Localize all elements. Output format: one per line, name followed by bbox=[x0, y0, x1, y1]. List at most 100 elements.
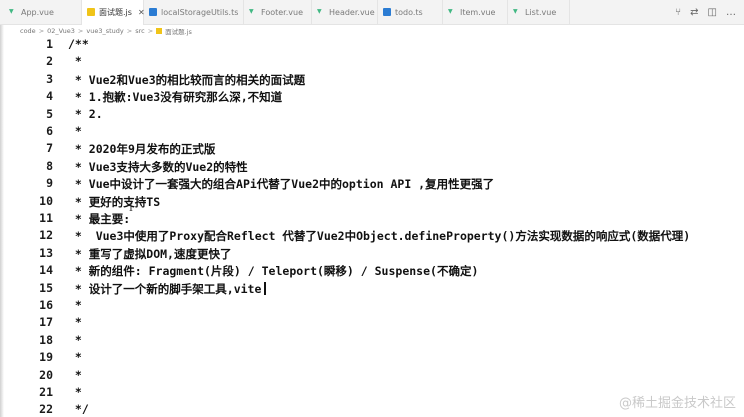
breadcrumb-item[interactable]: src bbox=[135, 27, 145, 35]
line-number: 18 bbox=[39, 332, 53, 347]
vue-file-icon bbox=[448, 8, 456, 16]
line-number: 10 bbox=[39, 193, 53, 208]
compare-changes-icon[interactable]: ⇄ bbox=[690, 7, 698, 18]
tab-list-vue[interactable]: List.vue bbox=[508, 0, 570, 24]
code-line[interactable]: * 最主要: bbox=[68, 211, 130, 227]
breadcrumb-item[interactable]: 面试题.js bbox=[165, 26, 192, 36]
breadcrumb-item[interactable]: vue3_study bbox=[86, 27, 123, 35]
code-line[interactable]: /** bbox=[68, 37, 89, 51]
code-line[interactable]: * 重写了虚拟DOM,速度更快了 bbox=[68, 246, 232, 262]
code-text: * 最主要: bbox=[68, 212, 131, 226]
tab-label: Item.vue bbox=[460, 7, 496, 17]
tab-interview-js[interactable]: 面试题.js ✕ bbox=[82, 0, 145, 25]
code-line[interactable]: * Vue3中使用了Proxy配合Reflect 代替了Vue2中Object.… bbox=[68, 228, 690, 244]
line-number: 16 bbox=[39, 298, 53, 312]
vue-file-icon bbox=[9, 8, 17, 16]
code-line[interactable]: * Vue2和Vue3的相比较而言的相关的面试题 bbox=[68, 72, 305, 88]
tab-item-vue[interactable]: Item.vue bbox=[443, 0, 508, 24]
code-text: * 新的组件: Fragment(片段) / Teleport(瞬移) / Su… bbox=[68, 264, 479, 279]
tab-app-vue[interactable]: App.vue bbox=[4, 0, 82, 24]
tab-todo-ts[interactable]: todo.ts bbox=[378, 0, 443, 24]
line-number: 3 bbox=[46, 71, 53, 86]
more-actions-icon[interactable]: … bbox=[726, 7, 736, 18]
ts-file-icon bbox=[149, 8, 157, 16]
line-number: 17 bbox=[39, 315, 53, 330]
code-line[interactable]: * 设计了一个新的脚手架工具,vite bbox=[68, 281, 266, 297]
code-line[interactable]: * 1.抱歉:Vue3没有研究那么深,不知道 bbox=[68, 89, 282, 105]
code-text: * bbox=[68, 124, 82, 138]
line-number: 6 bbox=[46, 124, 53, 138]
code-text: */ bbox=[68, 402, 89, 417]
code-text: * Vue2和Vue3的相比较而言的相关的面试题 bbox=[68, 72, 306, 87]
line-number: 19 bbox=[39, 350, 53, 365]
breadcrumb-item[interactable]: 02_Vue3 bbox=[47, 27, 75, 35]
line-number: 1 bbox=[46, 37, 53, 51]
code-line[interactable]: * 更好的支持TS bbox=[68, 194, 160, 210]
line-number: 20 bbox=[39, 367, 53, 382]
code-text: * 2020年9月发布的正式版 bbox=[68, 142, 216, 157]
ts-file-icon bbox=[383, 8, 391, 16]
code-line[interactable]: * Vue3支持大多数的Vue2的特性 bbox=[68, 159, 248, 175]
vue-file-icon bbox=[249, 8, 257, 16]
tab-label: 面试题.js bbox=[99, 8, 132, 17]
js-file-icon bbox=[156, 28, 163, 34]
code-text: * bbox=[68, 54, 82, 69]
chevron-right-icon: > bbox=[126, 27, 133, 35]
source-control-icon[interactable]: ⑂ bbox=[675, 7, 681, 18]
tab-label: Footer.vue bbox=[261, 7, 303, 17]
code-line[interactable]: * 2. bbox=[68, 107, 103, 121]
code-text: * 2. bbox=[68, 106, 103, 121]
code-line[interactable]: * bbox=[68, 385, 82, 399]
line-number: 13 bbox=[39, 245, 53, 260]
code-line[interactable]: * 新的组件: Fragment(片段) / Teleport(瞬移) / Su… bbox=[68, 263, 478, 279]
code-line[interactable]: * bbox=[68, 54, 82, 68]
line-number: 11 bbox=[39, 211, 53, 225]
editor-tab-bar: App.vue 面试题.js ✕ localStorageUtils.ts Fo… bbox=[0, 0, 744, 25]
line-number: 5 bbox=[46, 106, 53, 121]
text-cursor-icon: I bbox=[129, 203, 133, 214]
tab-label: App.vue bbox=[21, 7, 54, 17]
tab-label: localStorageUtils.ts bbox=[161, 7, 239, 17]
tab-footer-vue[interactable]: Footer.vue bbox=[244, 0, 312, 24]
code-text: * 1.抱歉:Vue3没有研究那么深,不知道 bbox=[68, 90, 283, 105]
code-line[interactable]: * Vue中设计了一套强大的组合APi代替了Vue2中的option API ,… bbox=[68, 176, 494, 192]
code-text: * Vue3中使用了Proxy配合Reflect 代替了Vue2中Object.… bbox=[68, 229, 691, 244]
line-number: 22 bbox=[39, 402, 53, 417]
line-number: 2 bbox=[46, 54, 53, 69]
breadcrumb: code > 02_Vue3 > vue3_study > src > 面试题.… bbox=[0, 25, 744, 37]
line-number: 12 bbox=[39, 228, 53, 243]
code-text: * bbox=[68, 385, 82, 399]
line-number: 14 bbox=[39, 263, 53, 278]
watermark: @稀土掘金技术社区 bbox=[618, 396, 736, 411]
tab-header-vue[interactable]: Header.vue bbox=[312, 0, 378, 24]
code-text: * Vue3支持大多数的Vue2的特性 bbox=[68, 159, 248, 174]
chevron-right-icon: > bbox=[77, 27, 84, 35]
breadcrumb-item[interactable]: code bbox=[20, 27, 36, 35]
code-text: * bbox=[68, 332, 82, 347]
code-line[interactable]: * bbox=[68, 350, 82, 364]
line-number: 4 bbox=[46, 89, 53, 104]
js-file-icon bbox=[87, 8, 95, 16]
tab-localstorageutils-ts[interactable]: localStorageUtils.ts bbox=[144, 0, 244, 24]
split-editor-icon[interactable]: ◫ bbox=[708, 7, 717, 18]
line-number: 7 bbox=[46, 141, 53, 156]
code-text: * bbox=[68, 298, 82, 312]
chevron-right-icon: > bbox=[38, 27, 45, 35]
tab-label: Header.vue bbox=[329, 7, 375, 17]
code-line[interactable]: * bbox=[68, 124, 82, 138]
code-line[interactable]: */ bbox=[68, 402, 89, 416]
code-line[interactable]: * bbox=[68, 368, 82, 382]
code-line[interactable]: * bbox=[68, 315, 82, 329]
tab-label: todo.ts bbox=[395, 7, 423, 17]
code-text: * 更好的支持TS bbox=[68, 194, 161, 209]
code-text: * Vue中设计了一套强大的组合APi代替了Vue2中的option API ,… bbox=[68, 177, 495, 192]
code-line[interactable]: * 2020年9月发布的正式版 bbox=[68, 141, 215, 157]
code-text: * bbox=[68, 350, 82, 365]
code-text: /** bbox=[68, 37, 89, 51]
tab-label: List.vue bbox=[525, 7, 557, 17]
code-line[interactable]: * bbox=[68, 333, 82, 347]
code-line[interactable]: * bbox=[68, 298, 82, 312]
code-editor[interactable]: 1 /** 2 * 3 * Vue2和Vue3的相比较而言的相关的面试题 4 * 1.抱… bbox=[0, 37, 744, 417]
line-number: 21 bbox=[39, 385, 53, 399]
code-text: * bbox=[68, 367, 82, 382]
